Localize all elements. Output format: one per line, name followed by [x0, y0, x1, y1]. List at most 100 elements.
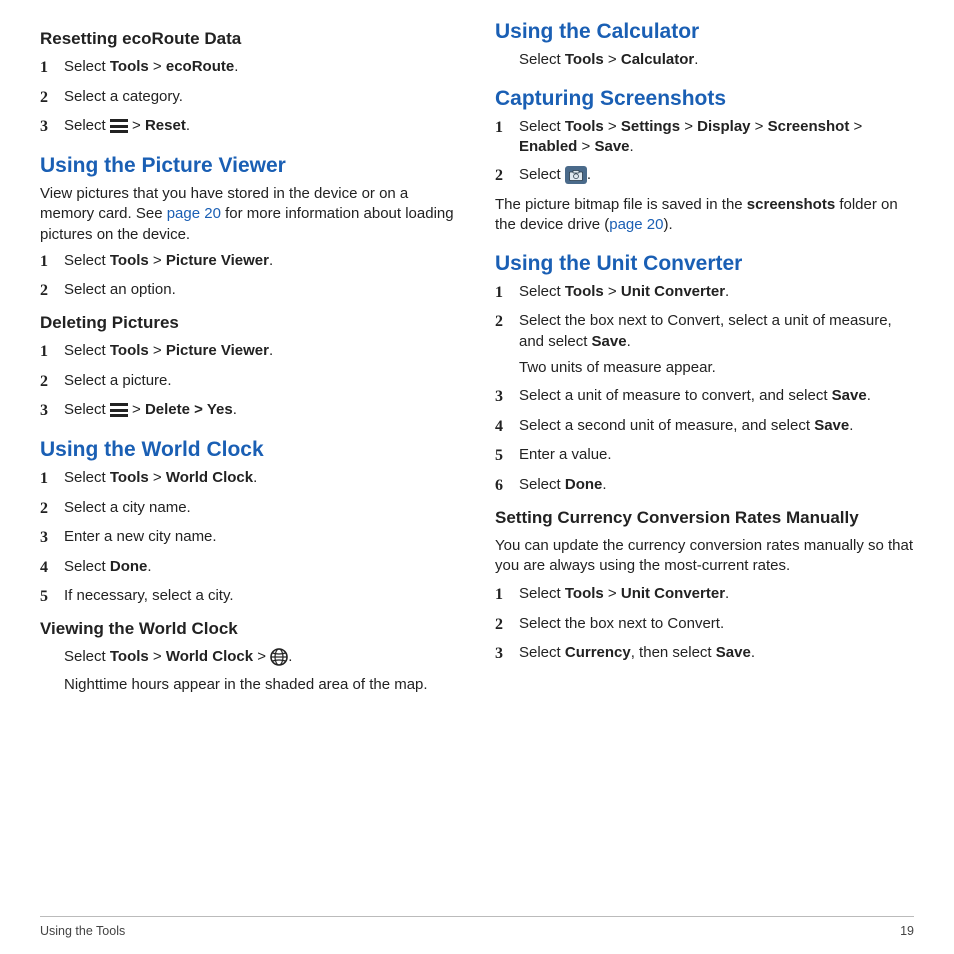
- heading-world-clock: Using the World Clock: [40, 436, 459, 464]
- step: 2 Select an option.: [40, 280, 459, 302]
- text: >: [149, 252, 166, 269]
- text: ).: [663, 216, 672, 233]
- text: Select: [64, 342, 110, 359]
- step-text: Select a city name.: [64, 498, 459, 518]
- text: .: [253, 469, 257, 486]
- step-text: Select the box next to Convert.: [519, 614, 914, 634]
- step: 1 Select Tools > World Clock.: [40, 468, 459, 490]
- text: , then select: [631, 644, 716, 661]
- text: Select: [519, 585, 565, 602]
- text: Select a second unit of measure, and sel…: [519, 417, 814, 434]
- text: >: [604, 118, 621, 135]
- step-text: Select a picture.: [64, 371, 459, 391]
- steps-reset-ecoroute: 1 Select Tools > ecoRoute. 2 Select a ca…: [40, 57, 459, 138]
- page-footer: Using the Tools 19: [40, 916, 914, 940]
- left-column: Resetting ecoRoute Data 1 Select Tools >…: [40, 18, 459, 703]
- menu-icon: [110, 403, 128, 417]
- bold: Screenshot: [768, 118, 850, 135]
- step: 1 Select Tools > ecoRoute.: [40, 57, 459, 79]
- bold: Delete > Yes: [145, 401, 233, 418]
- step: 2Select the box next to Convert.: [495, 614, 914, 636]
- step-text: If necessary, select a city.: [64, 586, 459, 606]
- text: .: [269, 252, 273, 269]
- step-number: 1: [40, 341, 64, 363]
- bold: Save: [592, 333, 627, 350]
- bold: Tools: [110, 342, 149, 359]
- globe-icon: [270, 648, 288, 666]
- bold: Display: [697, 118, 750, 135]
- step-text: Select Tools > ecoRoute.: [64, 57, 459, 77]
- footer-page-number: 19: [900, 923, 914, 940]
- step-number: 2: [495, 165, 519, 187]
- heading-deleting-pictures: Deleting Pictures: [40, 312, 459, 335]
- text: Select a unit of measure to convert, and…: [519, 387, 832, 404]
- step-number: 3: [495, 386, 519, 408]
- text: .: [849, 417, 853, 434]
- step-text: Enter a value.: [519, 445, 914, 465]
- right-column: Using the Calculator Select Tools > Calc…: [495, 18, 914, 703]
- step-number: 3: [40, 116, 64, 138]
- step: 5If necessary, select a city.: [40, 586, 459, 608]
- step: 3 Select > Delete > Yes.: [40, 400, 459, 422]
- text: >: [149, 342, 166, 359]
- text: Select: [64, 469, 110, 486]
- text: Select the box next to Convert, select a…: [519, 312, 892, 349]
- bold: Save: [716, 644, 751, 661]
- text: .: [867, 387, 871, 404]
- steps-currency-manual: 1 Select Tools > Unit Converter. 2Select…: [495, 584, 914, 665]
- step-number: 1: [495, 282, 519, 304]
- bold: Settings: [621, 118, 680, 135]
- text: >: [149, 58, 166, 75]
- step-text: Select an option.: [64, 280, 459, 300]
- calculator-body: Select Tools > Calculator.: [519, 50, 914, 70]
- step-text: Enter a new city name.: [64, 527, 459, 547]
- page-link[interactable]: page 20: [609, 216, 663, 233]
- bold: Tools: [110, 469, 149, 486]
- step-text: Select Done.: [519, 475, 914, 495]
- step-number: 1: [495, 584, 519, 606]
- text: .: [602, 476, 606, 493]
- step-text: Select a unit of measure to convert, and…: [519, 386, 914, 406]
- bold: World Clock: [166, 648, 253, 665]
- heading-calculator: Using the Calculator: [495, 18, 914, 46]
- step-text: Select Tools > World Clock.: [64, 468, 459, 488]
- step-number: 2: [495, 311, 519, 333]
- step: 2 Select .: [495, 165, 914, 187]
- text: .: [147, 558, 151, 575]
- text: Select: [519, 644, 565, 661]
- intro-text: View pictures that you have stored in th…: [40, 184, 459, 245]
- text: .: [288, 648, 292, 665]
- page-link[interactable]: page 20: [167, 205, 221, 222]
- text: >: [253, 648, 270, 665]
- text: Select: [519, 166, 565, 183]
- heading-currency-manual: Setting Currency Conversion Rates Manual…: [495, 507, 914, 530]
- bold: Enabled: [519, 138, 577, 155]
- text: .: [630, 138, 634, 155]
- step-text: Select Tools > Picture Viewer.: [64, 251, 459, 271]
- instruction-line: Select Tools > Calculator.: [519, 50, 914, 70]
- bold: Unit Converter: [621, 283, 725, 300]
- step-number: 1: [40, 468, 64, 490]
- step: 2 Select the box next to Convert, select…: [495, 311, 914, 378]
- text: .: [751, 644, 755, 661]
- text: .: [186, 117, 190, 134]
- text: Select: [519, 118, 565, 135]
- step-text: Select Currency, then select Save.: [519, 643, 914, 663]
- text: Select: [64, 117, 110, 134]
- step-number: 3: [40, 400, 64, 422]
- text: >: [604, 585, 621, 602]
- two-column-layout: Resetting ecoRoute Data 1 Select Tools >…: [40, 18, 914, 703]
- step-text: Select Done.: [64, 557, 459, 577]
- bold: Save: [594, 138, 629, 155]
- step-number: 1: [40, 251, 64, 273]
- text: Select: [64, 648, 110, 665]
- step-text: Select > Delete > Yes.: [64, 400, 459, 420]
- text: Two units of measure appear.: [519, 359, 716, 376]
- bold: Tools: [565, 283, 604, 300]
- bold: Unit Converter: [621, 585, 725, 602]
- bold: Done: [110, 558, 148, 575]
- text: >: [149, 469, 166, 486]
- text: The picture bitmap file is saved in the: [495, 196, 747, 213]
- step: 4Select Done.: [40, 557, 459, 579]
- bold: Save: [814, 417, 849, 434]
